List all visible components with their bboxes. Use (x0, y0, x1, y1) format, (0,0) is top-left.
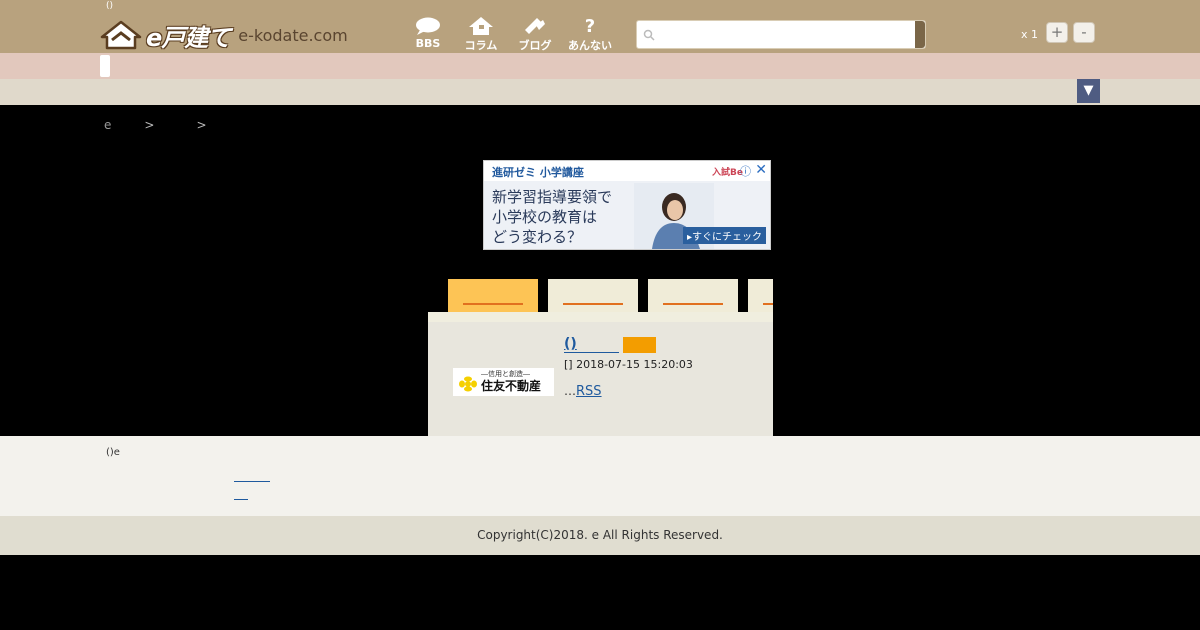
company-logo[interactable]: ―信用と創造― 住友不動産 (453, 368, 554, 396)
ad-copy-line: 小学校の教育は (492, 208, 598, 226)
tab-underline (763, 303, 773, 305)
ad-copy-line: 新学習指導要領で (492, 188, 613, 206)
ad-cta-button[interactable]: ▸すぐにチェック (682, 227, 766, 244)
nav-bbs-label: BBS (415, 37, 441, 50)
ad-copy: 新学習指導要領で 小学校の教育は どう変わる？ (492, 187, 612, 247)
sub-nav-bar (0, 53, 1200, 79)
nav-blog[interactable]: ブログ (507, 16, 563, 52)
zoom-level: x 1 (1021, 28, 1039, 41)
nav-bbs[interactable]: BBS (400, 16, 456, 52)
ad-copy-line: どう変わる？ (492, 228, 583, 246)
nav-column-label: コラム (464, 39, 498, 52)
entry-title-link[interactable]: () (564, 336, 577, 352)
nav-column[interactable]: コラム (453, 16, 509, 52)
nav-guide[interactable]: ? あんない (562, 16, 618, 52)
search-button[interactable] (915, 21, 925, 48)
breadcrumb-home[interactable]: e (104, 118, 111, 132)
site-footer: ()e (0, 436, 1200, 516)
question-icon: ? (585, 16, 595, 36)
copyright-text: Copyright(C)2018. e All Rights Reserved. (477, 528, 723, 542)
search-box (636, 20, 926, 49)
entry-excerpt: … (564, 384, 576, 398)
tab-underline (463, 303, 523, 305)
footer-note: ()e (106, 447, 120, 458)
tab-4[interactable] (748, 279, 773, 313)
entry-panel: ―信用と創造― 住友不動産 () [] 2018-07-15 15:20:03 … (428, 312, 773, 436)
breadcrumb-separator: > (144, 118, 155, 132)
logo-domain: e-kodate.com (238, 25, 348, 45)
tab-2[interactable] (548, 279, 638, 313)
new-badge (623, 337, 656, 353)
house-logo-icon (100, 20, 142, 50)
nav-guide-label: あんない (568, 39, 612, 52)
sub-nav-tab[interactable] (100, 55, 110, 77)
site-header: () e戸建て e-kodate.com BBS コラム ブログ ? あんない … (0, 0, 1200, 53)
logo-wordmark: e戸建て (146, 23, 231, 52)
search-input[interactable] (659, 23, 914, 45)
company-mark-icon (459, 376, 477, 392)
rss-link[interactable]: RSS (576, 384, 602, 399)
ad-close-icon[interactable]: ✕ (755, 162, 767, 178)
tab-underline (563, 303, 623, 305)
zoom-in-button[interactable]: + (1046, 22, 1068, 43)
tab-3[interactable] (648, 279, 738, 313)
chat-bubble-icon (416, 17, 440, 35)
ad-banner[interactable]: 進研ゼミ 小学講座 入試Be ⓘ ✕ 新学習指導要領で 小学校の教育は どう変わ… (483, 160, 771, 250)
tab-underline (663, 303, 723, 305)
ad-title: 進研ゼミ 小学講座 (492, 166, 584, 179)
company-name: 住友不動産 (481, 379, 542, 393)
breadcrumb: e > > (104, 118, 207, 132)
search-icon (643, 29, 655, 41)
ad-info-icon[interactable]: ⓘ (740, 163, 751, 179)
ad-brand: 入試Be (712, 168, 743, 178)
zoom-out-button[interactable]: - (1073, 22, 1095, 43)
pencil-icon (525, 18, 545, 34)
svg-text:?: ? (585, 16, 595, 36)
house-icon (469, 17, 493, 35)
site-tagline: () (106, 1, 114, 11)
breadcrumb-separator: > (196, 118, 207, 132)
tab-1[interactable] (448, 279, 538, 313)
site-logo[interactable]: e戸建て e-kodate.com (100, 20, 362, 52)
footer-link[interactable] (234, 499, 248, 500)
menu-toggle-button[interactable]: ▼ (1077, 79, 1100, 103)
footer-link[interactable] (234, 481, 270, 482)
entry-title-underline (564, 352, 619, 353)
nav-blog-label: ブログ (518, 39, 552, 52)
category-bar: ▼ (0, 79, 1200, 105)
copyright-bar: Copyright(C)2018. e All Rights Reserved. (0, 516, 1200, 555)
entry-date: [] 2018-07-15 15:20:03 (564, 358, 693, 371)
